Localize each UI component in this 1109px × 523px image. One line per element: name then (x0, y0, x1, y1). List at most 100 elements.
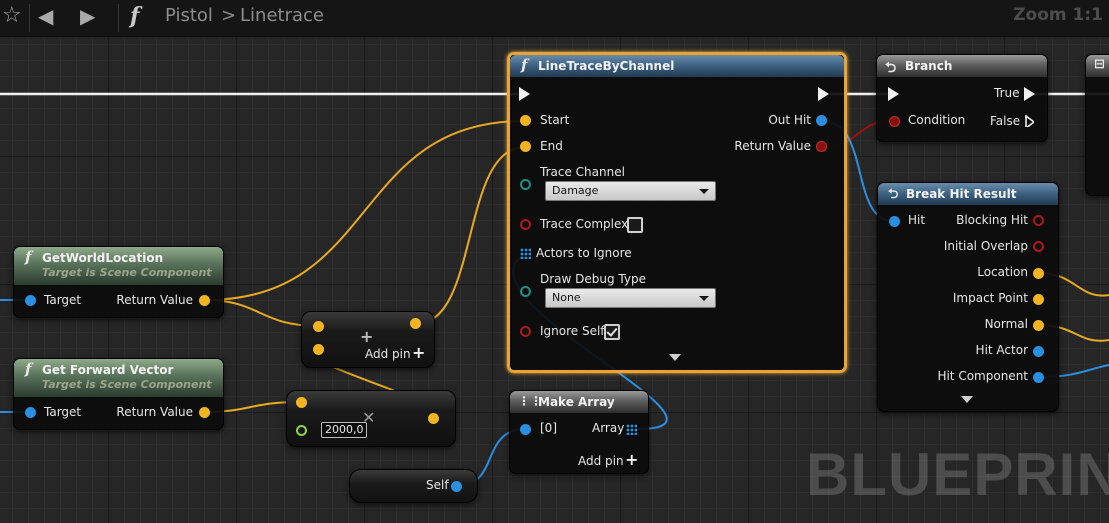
expand-arrow-icon[interactable] (961, 396, 973, 403)
forward-arrow-icon[interactable]: ▶ (80, 4, 95, 28)
back-arrow-icon[interactable]: ◀ (38, 4, 53, 28)
graph-toolbar: ☆ ◀ ▶ f Pistol > Linetrace Zoom 1:1 (0, 0, 1109, 37)
zoom-level: Zoom 1:1 (1013, 5, 1103, 25)
toolbar-divider (118, 4, 119, 32)
node-header[interactable]: f GetWorldLocation Target is Scene Compo… (14, 247, 223, 285)
condition-label: Condition (908, 113, 966, 127)
impact-point-label: Impact Point (952, 291, 1028, 305)
node-header[interactable]: ⮌ Branch (877, 55, 1047, 77)
expand-arrow-icon[interactable] (669, 354, 681, 361)
ignore-self-checkbox[interactable] (604, 324, 620, 340)
node-title: GetWorldLocation (42, 251, 164, 265)
multiply-value-field[interactable]: 2000,0 (321, 422, 367, 438)
chevron-down-icon (699, 296, 709, 301)
hit-label: Hit (908, 213, 926, 227)
branch-icon: ⮌ (885, 60, 897, 76)
get-world-location-node[interactable]: f GetWorldLocation Target is Scene Compo… (13, 246, 224, 318)
add-input-a-pin[interactable] (313, 321, 324, 332)
multiply-input-b-pin[interactable] (296, 425, 307, 436)
add-pin-icon[interactable]: + (625, 450, 638, 469)
array-grid-icon[interactable] (520, 248, 531, 259)
exec-true-pin[interactable] (1024, 87, 1035, 101)
ignore-self-label: Ignore Self (540, 324, 605, 338)
start-pin[interactable] (520, 115, 531, 126)
multiply-input-a-pin[interactable] (296, 397, 307, 408)
get-forward-vector-node[interactable]: f Get Forward Vector Target is Scene Com… (13, 358, 224, 430)
node-header[interactable]: ⮌ Break Hit Result (878, 183, 1058, 205)
location-pin[interactable] (1033, 268, 1044, 279)
node-header[interactable]: f LineTraceByChannel (510, 55, 844, 77)
node-subtitle: Target is Scene Component (42, 378, 212, 391)
add-operator-icon: + (360, 327, 374, 346)
return-value-pin[interactable] (199, 407, 210, 418)
target-pin[interactable] (25, 295, 36, 306)
draw-debug-label: Draw Debug Type (540, 272, 646, 286)
add-pin-icon[interactable]: + (412, 343, 425, 362)
trace-complex-checkbox[interactable] (627, 217, 643, 233)
exec-in-pin[interactable] (888, 87, 899, 101)
actors-to-ignore-label: Actors to Ignore (536, 246, 632, 260)
location-label: Location (977, 265, 1028, 279)
trace-channel-dropdown[interactable]: Damage (545, 181, 716, 201)
hit-component-pin[interactable] (1033, 372, 1044, 383)
hit-component-label: Hit Component (937, 369, 1028, 383)
ignore-self-pin[interactable] (520, 326, 531, 337)
trace-channel-pin[interactable] (520, 179, 531, 190)
return-value-pin[interactable] (199, 295, 210, 306)
target-pin[interactable] (25, 407, 36, 418)
true-label: True (994, 86, 1020, 100)
self-pin[interactable] (451, 481, 462, 492)
node-title: Break Hit Result (906, 187, 1017, 201)
condition-pin[interactable] (889, 116, 900, 127)
hit-pin[interactable] (889, 216, 900, 227)
array-output-pin[interactable] (626, 424, 637, 435)
end-pin[interactable] (520, 141, 531, 152)
return-value-pin[interactable] (816, 141, 827, 152)
multiply-operator-icon: ✕ (362, 408, 376, 427)
blueprint-watermark: BLUEPRINT (806, 441, 1109, 508)
offscreen-node[interactable]: ⊟ (1085, 54, 1109, 196)
toolbar-divider (29, 4, 30, 32)
return-value-label: Return Value (116, 405, 193, 419)
initial-overlap-label: Initial Overlap (943, 239, 1028, 253)
multiply-output-pin[interactable] (428, 413, 439, 424)
node-header[interactable]: f Get Forward Vector Target is Scene Com… (14, 359, 223, 397)
initial-overlap-pin[interactable] (1033, 241, 1044, 252)
breadcrumb-current: Linetrace (240, 5, 324, 26)
normal-pin[interactable] (1033, 320, 1044, 331)
function-icon: f (25, 360, 32, 378)
exec-out-pin[interactable] (818, 87, 829, 101)
chevron-down-icon (699, 189, 709, 194)
normal-label: Normal (984, 317, 1028, 331)
array-item0-label: [0] (540, 421, 557, 435)
array-output-label: Array (592, 421, 625, 435)
draw-debug-pin[interactable] (520, 286, 531, 297)
node-title: LineTraceByChannel (538, 59, 675, 73)
trace-channel-label: Trace Channel (540, 165, 625, 179)
node-title: Make Array (538, 395, 615, 409)
breadcrumb-separator: > (221, 5, 237, 26)
node-header[interactable]: ⊟ (1086, 55, 1109, 77)
array-item0-pin[interactable] (520, 424, 531, 435)
exec-false-pin[interactable] (1025, 115, 1034, 127)
blocking-hit-pin[interactable] (1033, 215, 1044, 226)
break-struct-icon: ⮌ (888, 187, 899, 202)
add-input-b-pin[interactable] (313, 344, 324, 355)
draw-debug-dropdown[interactable]: None (545, 288, 716, 308)
node-header[interactable]: ⋮⋮ Make Array (510, 391, 648, 413)
trace-complex-pin[interactable] (520, 219, 531, 230)
return-value-label: Return Value (734, 139, 811, 153)
function-icon: f (25, 248, 32, 266)
self-label: Self (426, 478, 449, 492)
add-output-pin[interactable] (410, 318, 421, 329)
exec-in-pin[interactable] (519, 87, 530, 101)
star-icon[interactable]: ☆ (2, 4, 22, 28)
draw-debug-value: None (552, 291, 581, 304)
out-hit-pin[interactable] (816, 115, 827, 126)
hit-actor-pin[interactable] (1033, 346, 1044, 357)
blocking-hit-label: Blocking Hit (956, 213, 1028, 227)
branch-node[interactable]: ⮌ Branch (876, 54, 1048, 142)
node-title: Branch (905, 59, 953, 73)
breadcrumb-root[interactable]: Pistol (165, 5, 213, 26)
impact-point-pin[interactable] (1033, 294, 1044, 305)
